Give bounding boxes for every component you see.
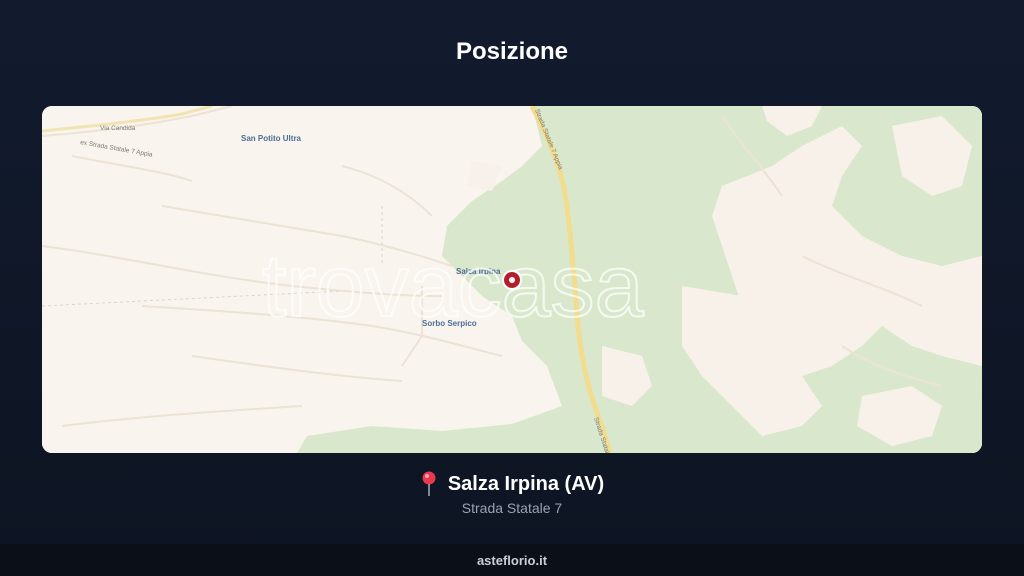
location-name: Salza Irpina (AV) bbox=[447, 472, 605, 495]
footer: asteflorio.it bbox=[0, 544, 1024, 576]
footer-site-link[interactable]: asteflorio.it bbox=[477, 553, 547, 568]
watermark-logo: trovacasa bbox=[262, 236, 644, 335]
place-label-san-potito: San Potito Ultra bbox=[241, 134, 302, 143]
location-info: Salza Irpina (AV) bbox=[0, 471, 1024, 497]
map-pin-icon bbox=[420, 471, 438, 497]
map-view[interactable]: Via Candida ex Strada Statale 7 Appia St… bbox=[42, 106, 982, 453]
location-marker-icon[interactable] bbox=[502, 270, 522, 290]
map-canvas[interactable]: Via Candida ex Strada Statale 7 Appia St… bbox=[42, 106, 982, 453]
road-label-via-candida: Via Candida bbox=[100, 125, 136, 132]
page-title: Posizione bbox=[455, 38, 569, 65]
location-address: Strada Statale 7 bbox=[461, 500, 563, 516]
